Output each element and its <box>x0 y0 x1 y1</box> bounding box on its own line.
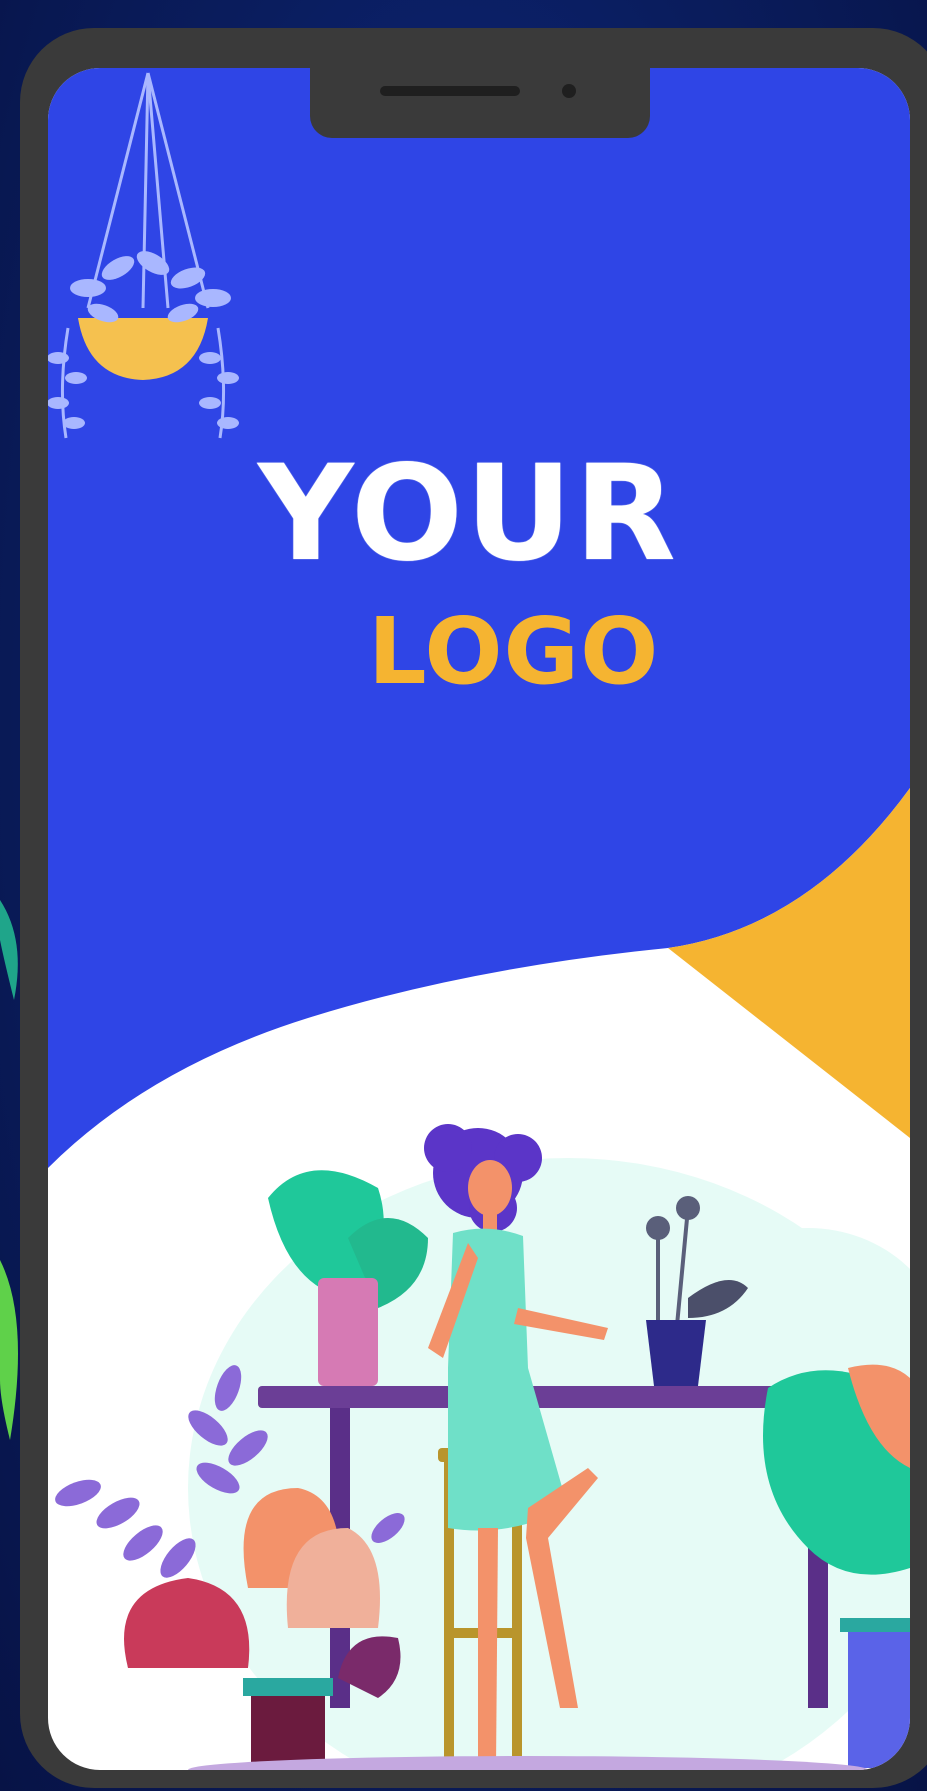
splash-screen: YOUR LOGO <box>48 68 910 1770</box>
phone-notch <box>310 66 650 138</box>
speaker-grille-icon <box>380 86 520 96</box>
logo-primary-text: YOUR <box>258 437 678 591</box>
logo-block: YOUR LOGO <box>48 68 910 768</box>
front-camera-icon <box>562 84 576 98</box>
logo-secondary-text: LOGO <box>368 598 660 705</box>
